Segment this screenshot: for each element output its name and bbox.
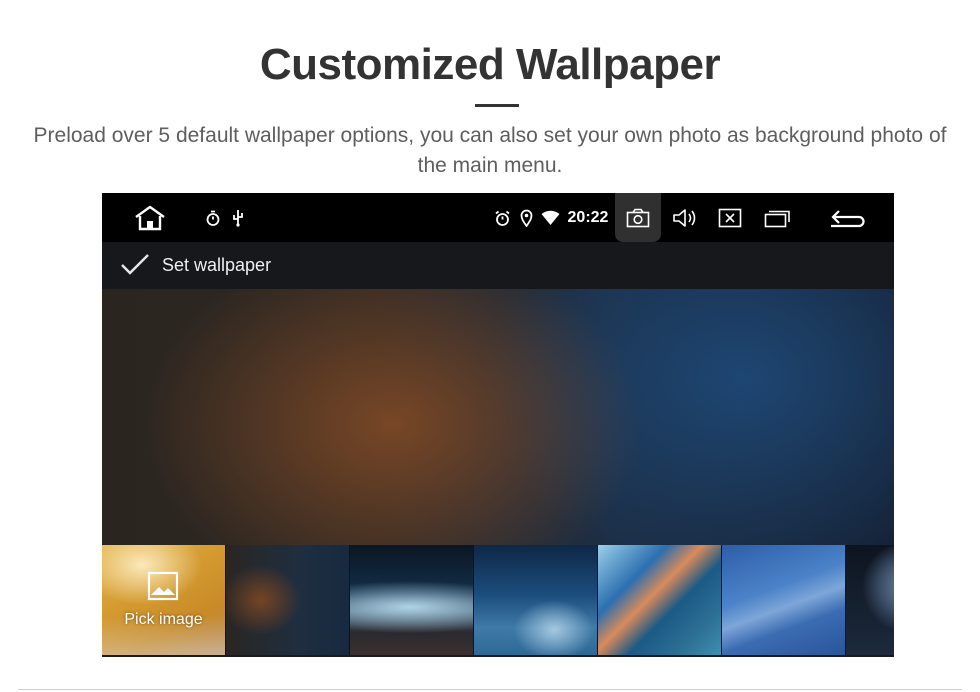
page-subtitle: Preload over 5 default wallpaper options…: [33, 124, 947, 177]
wallpaper-preview: [102, 289, 894, 545]
back-icon[interactable]: [827, 205, 867, 231]
timer-icon: [204, 209, 222, 227]
title-underline: [475, 104, 519, 107]
wallpaper-thumbnail-strip: Pick image: [102, 545, 894, 655]
clock-time: 20:22: [567, 209, 609, 226]
recent-apps-icon[interactable]: [763, 207, 793, 229]
page-title: Customized Wallpaper: [259, 40, 721, 89]
wallpaper-thumbnail[interactable]: [226, 545, 349, 655]
set-wallpaper-button[interactable]: Set wallpaper: [162, 255, 271, 276]
camera-icon[interactable]: [615, 193, 661, 242]
wallpaper-thumbnail[interactable]: [722, 545, 845, 655]
set-wallpaper-bar: Set wallpaper: [102, 242, 894, 289]
status-bar: 20:22: [102, 193, 894, 242]
wallpaper-thumbnail[interactable]: [350, 545, 473, 655]
head-unit-screen: 20:22 Set wallpaper Pick image: [102, 193, 894, 657]
pick-image-thumbnail[interactable]: Pick image: [102, 545, 225, 655]
alarm-icon: [493, 209, 511, 227]
wallpaper-thumbnail[interactable]: [474, 545, 597, 655]
volume-icon[interactable]: [671, 206, 699, 230]
usb-icon: [230, 208, 246, 228]
checkmark-icon[interactable]: [120, 253, 150, 282]
image-icon: [147, 571, 179, 606]
home-icon[interactable]: [130, 203, 170, 233]
wifi-icon: [540, 209, 560, 227]
location-icon: [518, 208, 534, 228]
bottom-divider: [18, 689, 962, 690]
wallpaper-thumbnail[interactable]: [598, 545, 721, 655]
pick-image-label: Pick image: [124, 611, 203, 628]
close-app-icon[interactable]: [717, 207, 743, 229]
wallpaper-thumbnail[interactable]: [846, 545, 894, 655]
